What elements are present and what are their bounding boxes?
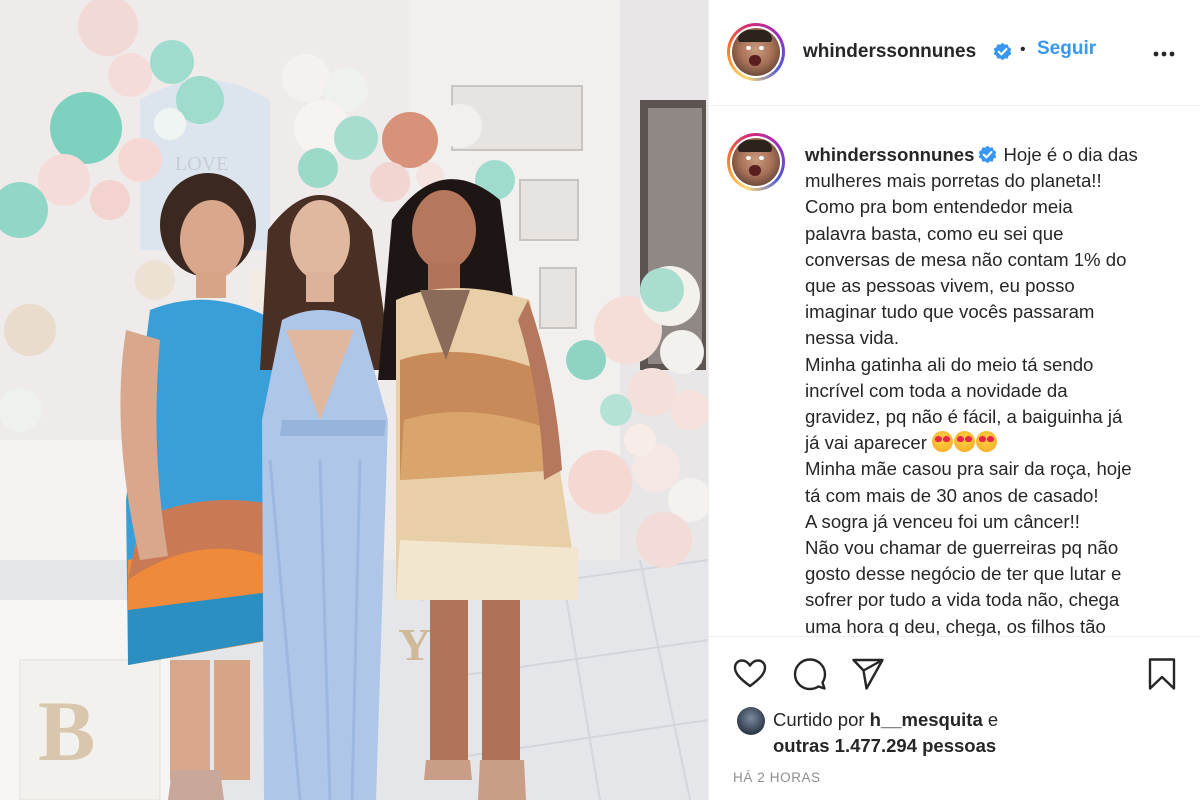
post-caption: whinderssonnunes Hoje é o dia das mulhere… [805, 142, 1181, 636]
avatar-frame [730, 26, 782, 78]
svg-text:Y: Y [398, 619, 431, 670]
author-username[interactable]: whinderssonnunes [803, 41, 976, 63]
avatar-hair [738, 30, 772, 42]
svg-text:B: B [38, 683, 95, 779]
caption-line: sofrer por tudo a vida toda não, chega [805, 589, 1120, 611]
caption-line: nessa vida. [805, 327, 900, 349]
avatar-eye [746, 156, 751, 160]
caption-line: Hoje é o dia das [1003, 144, 1138, 165]
caption-line: A sogra já venceu foi um câncer!! [805, 510, 1080, 532]
caption-scroll-area[interactable]: whinderssonnunes Hoje é o dia das mulhere… [709, 106, 1200, 636]
liker-avatar[interactable] [737, 707, 765, 735]
caption-line: já vai aparecer [805, 432, 927, 454]
heart-eyes-emoji [954, 431, 976, 453]
avatar-hair [738, 140, 772, 152]
avatar-eye [759, 46, 764, 50]
post-photo[interactable]: LOVE B Y [0, 0, 708, 800]
avatar-eye [759, 156, 764, 160]
caption-author-avatar[interactable] [727, 133, 785, 191]
caption-line: palavra basta, como eu sei que [805, 222, 1064, 244]
photo-illustration: LOVE B Y [0, 0, 708, 800]
post-actions: Curtido por h__mesquita e outras 1.477.2… [709, 636, 1200, 800]
share-icon[interactable] [851, 657, 885, 691]
comment-icon[interactable] [793, 657, 827, 691]
caption-line: imaginar tudo que vocês passaram [805, 301, 1095, 323]
heart-eyes-emoji [976, 431, 998, 453]
caption-line: que as pessoas vivem, eu posso [805, 275, 1075, 297]
verified-badge-icon [979, 145, 997, 164]
likes-user-link[interactable]: h__mesquita [870, 709, 983, 730]
caption-line: uma hora q deu, chega, os filhos tão [805, 615, 1106, 636]
bookmark-icon[interactable] [1145, 657, 1179, 691]
post-sidebar: whinderssonnunes • Seguir whinderssonnun… [708, 0, 1200, 800]
caption-line: Como pra bom entendedor meia [805, 196, 1073, 218]
caption-line: Minha gatinha ali do meio tá sendo [805, 353, 1094, 375]
svg-text:LOVE: LOVE [175, 153, 228, 175]
caption-line: gravidez, pq não é fácil, a baiguinha já [805, 406, 1123, 428]
likes-others-link[interactable]: outras 1.477.294 pessoas [773, 735, 996, 756]
avatar-image [732, 138, 780, 186]
caption-line: incrível com toda a novidade da [805, 379, 1068, 401]
avatar-eye [746, 46, 751, 50]
caption-line: mulheres mais porretas do planeta!! [805, 170, 1102, 192]
likes-joiner: e [987, 709, 999, 730]
author-avatar[interactable] [727, 23, 785, 81]
heart-icon[interactable] [733, 657, 767, 691]
likes-prefix: Curtido por [773, 709, 865, 730]
likes-summary: Curtido por h__mesquita e outras 1.477.2… [773, 707, 998, 759]
verified-badge-icon [993, 42, 1012, 61]
caption-line: Não vou chamar de guerreiras pq não [805, 537, 1119, 559]
caption-line: gosto desse negócio de ter que lutar e [805, 563, 1122, 585]
follow-button[interactable]: Seguir [1037, 38, 1096, 60]
header-separator: • [1020, 41, 1026, 58]
more-horizontal-icon[interactable] [1149, 44, 1179, 64]
post-timestamp[interactable]: HÁ 2 HORAS [733, 770, 821, 785]
post-header: whinderssonnunes • Seguir [709, 0, 1200, 106]
caption-username[interactable]: whinderssonnunes [805, 144, 974, 165]
heart-eyes-emoji [932, 431, 954, 453]
avatar-mouth [749, 55, 761, 66]
avatar-frame [730, 136, 782, 188]
caption-line: Minha mãe casou pra sair da roça, hoje [805, 458, 1132, 480]
caption-line: tá com mais de 30 anos de casado! [805, 484, 1099, 506]
avatar-mouth [749, 165, 761, 176]
caption-line: conversas de mesa não contam 1% do [805, 248, 1127, 270]
avatar-image [732, 28, 780, 76]
